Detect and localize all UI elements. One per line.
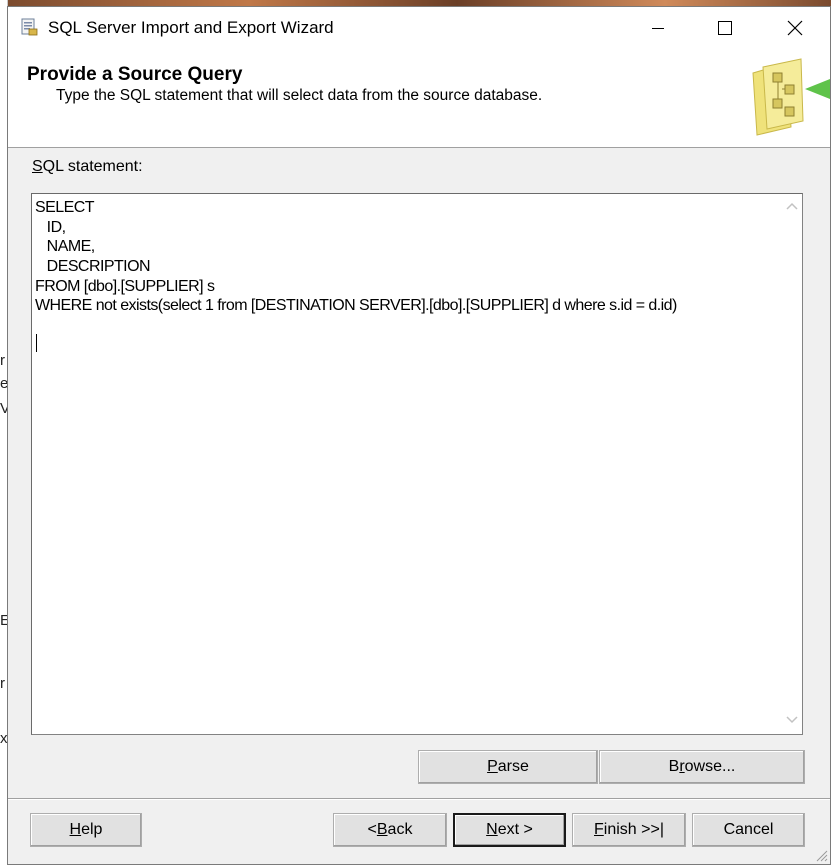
- footer-divider-highlight: [8, 799, 830, 800]
- close-button[interactable]: [772, 7, 818, 49]
- button-label: <: [367, 821, 377, 838]
- button-label: B: [668, 758, 680, 775]
- next-button[interactable]: Next >: [453, 813, 566, 847]
- mnemonic: F: [594, 821, 604, 838]
- maximize-button[interactable]: [702, 7, 748, 49]
- wizard-app-icon: [21, 18, 38, 36]
- minimize-icon: [652, 28, 664, 29]
- page-subtitle: Type the SQL statement that will select …: [56, 87, 543, 104]
- browse-button[interactable]: Br owse...: [599, 750, 805, 784]
- page-title: Provide a Source Query: [27, 64, 243, 85]
- resize-grip-icon[interactable]: [814, 848, 828, 862]
- sql-statement-label: SQL statement:: [32, 158, 143, 176]
- maximize-icon: [718, 21, 732, 35]
- help-button[interactable]: Help: [30, 813, 142, 847]
- sql-line: FROM [dbo].[SUPPLIER] s: [35, 277, 215, 295]
- sql-text: SELECT ID, NAME, DESCRIPTION FROM [dbo].…: [35, 198, 775, 316]
- button-label: inish >>|: [603, 821, 664, 838]
- button-label: elp: [81, 821, 103, 838]
- mnemonic: B: [376, 821, 388, 838]
- wizard-banner-icon: [752, 58, 830, 136]
- sql-line: NAME,: [35, 238, 95, 256]
- close-icon: [787, 20, 803, 36]
- background-text-fragment: r: [0, 675, 5, 692]
- chevron-down-icon: [786, 716, 798, 724]
- mnemonic: N: [486, 821, 498, 838]
- scroll-down-button[interactable]: [782, 710, 802, 730]
- parse-button[interactable]: Parse: [418, 750, 598, 784]
- mnemonic: P: [487, 758, 498, 775]
- background-text-fragment: r: [0, 352, 5, 369]
- wizard-header: Provide a Source Query Type the SQL stat…: [8, 49, 830, 148]
- sql-line: WHERE not exists(select 1 from [DESTINAT…: [35, 297, 677, 315]
- label-mnemonic: S: [32, 158, 43, 175]
- button-label: Cancel: [723, 821, 774, 838]
- sql-statement-textarea[interactable]: SELECT ID, NAME, DESCRIPTION FROM [dbo].…: [31, 193, 803, 735]
- finish-button[interactable]: Finish >>|: [572, 813, 686, 847]
- mnemonic: H: [69, 821, 82, 838]
- window-title: SQL Server Import and Export Wizard: [48, 18, 334, 37]
- button-label: arse: [497, 758, 529, 775]
- button-label: ext >: [497, 821, 533, 838]
- sql-line: SELECT: [35, 199, 95, 216]
- text-cursor: [36, 334, 37, 352]
- sql-line: DESCRIPTION: [35, 258, 151, 276]
- scroll-up-button[interactable]: [782, 196, 802, 216]
- chevron-up-icon: [786, 202, 798, 210]
- button-label: owse...: [684, 758, 736, 775]
- button-label: ack: [387, 821, 413, 838]
- label-text: QL statement:: [42, 158, 143, 175]
- vertical-scrollbar[interactable]: [782, 194, 802, 734]
- sql-line: ID,: [35, 218, 66, 236]
- cancel-button[interactable]: Cancel: [692, 813, 805, 847]
- title-bar[interactable]: SQL Server Import and Export Wizard: [8, 7, 830, 49]
- minimize-button[interactable]: [635, 7, 681, 49]
- back-button[interactable]: < Back: [333, 813, 447, 847]
- wizard-window: SQL Server Import and Export Wizard Prov…: [7, 6, 831, 865]
